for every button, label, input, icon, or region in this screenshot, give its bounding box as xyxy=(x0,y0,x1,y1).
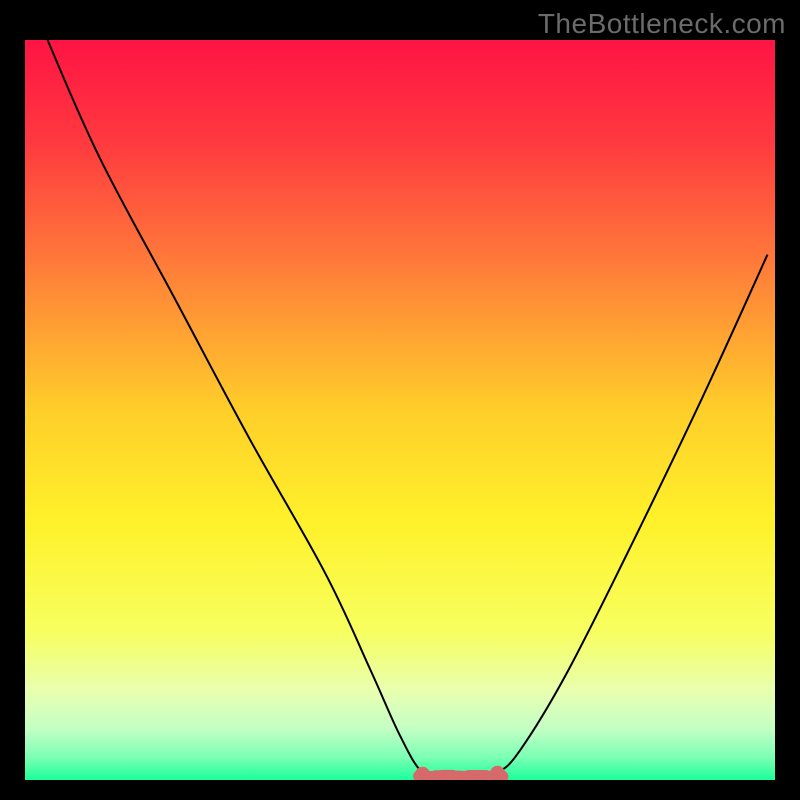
watermark-text: TheBottleneck.com xyxy=(538,8,786,40)
chart-frame: TheBottleneck.com xyxy=(0,0,800,800)
gradient-background xyxy=(25,40,775,780)
chart-svg xyxy=(25,40,775,780)
plot-area xyxy=(25,40,775,780)
